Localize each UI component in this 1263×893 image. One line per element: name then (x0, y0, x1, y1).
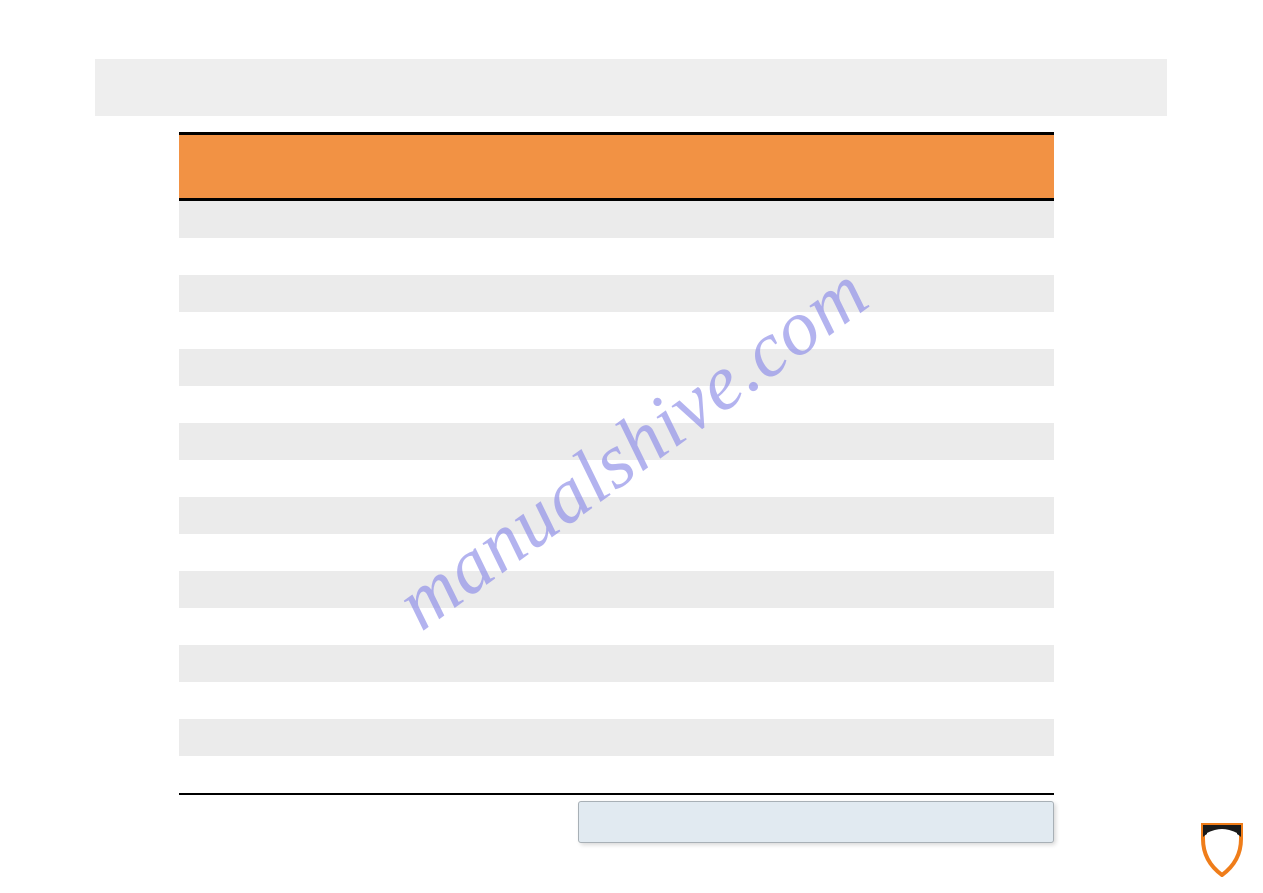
table-header-row (179, 135, 1054, 198)
table-row (179, 238, 1054, 275)
table-row (179, 497, 1054, 534)
table-row (179, 571, 1054, 608)
table-row (179, 719, 1054, 756)
table-row (179, 756, 1054, 793)
info-box (578, 801, 1054, 843)
table-row (179, 534, 1054, 571)
table-row (179, 349, 1054, 386)
table-row (179, 460, 1054, 497)
table-row (179, 386, 1054, 423)
top-grey-bar (95, 59, 1167, 116)
table-row (179, 275, 1054, 312)
table-row (179, 682, 1054, 719)
table-bottom-border (179, 793, 1054, 795)
table-row (179, 312, 1054, 349)
data-table (179, 132, 1054, 795)
shield-icon (1197, 823, 1247, 877)
table-row (179, 201, 1054, 238)
table-row (179, 423, 1054, 460)
table-row (179, 645, 1054, 682)
table-row (179, 608, 1054, 645)
